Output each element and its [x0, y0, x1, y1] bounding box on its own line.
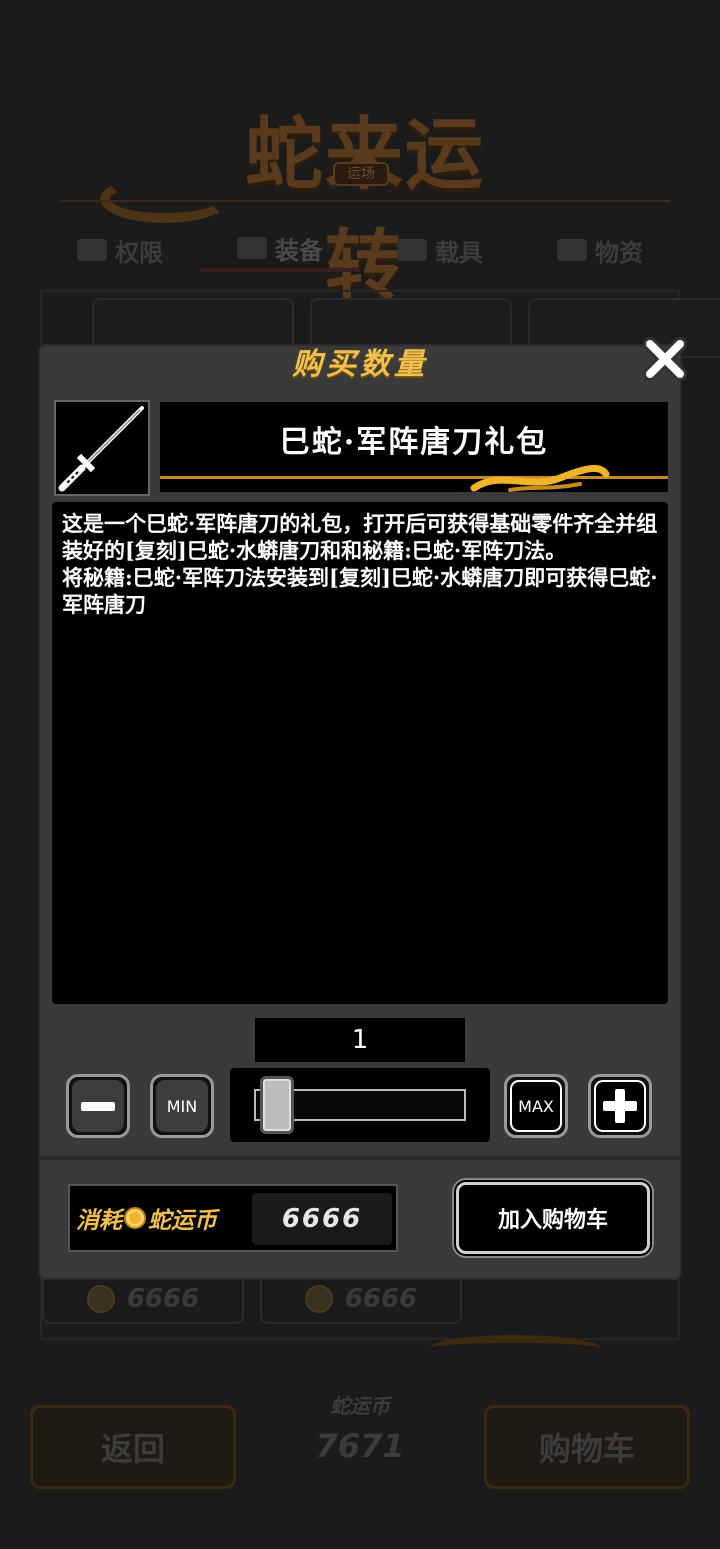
- shop-title: 蛇来运转: [244, 109, 485, 312]
- wallet: 蛇运币 7671: [270, 1390, 450, 1465]
- max-button[interactable]: MAX: [504, 1074, 568, 1138]
- shield-icon: [237, 237, 267, 259]
- title-divider: [60, 200, 670, 202]
- shopping-cart-button[interactable]: 购物车: [484, 1405, 690, 1489]
- decrease-button[interactable]: [66, 1074, 130, 1138]
- item-price: 6666: [42, 1274, 244, 1324]
- increase-button-face: [594, 1080, 646, 1132]
- min-button[interactable]: MIN: [150, 1074, 214, 1138]
- category-tabs: 权限 装备 载具 物资: [40, 228, 680, 272]
- tab-equipment[interactable]: 装备: [200, 228, 360, 272]
- quantity-display: 1: [255, 1018, 465, 1062]
- tab-permissions[interactable]: 权限: [40, 228, 200, 272]
- wave-decoration: [430, 1335, 600, 1361]
- max-button-label: MAX: [510, 1080, 562, 1132]
- sword-icon: [58, 406, 144, 492]
- min-button-label: MIN: [156, 1080, 208, 1132]
- back-button[interactable]: 返回: [30, 1405, 236, 1489]
- increase-button[interactable]: [588, 1074, 652, 1138]
- gold-swirl-decoration: [470, 465, 610, 492]
- cost-label: 消耗 蛇运币: [76, 1201, 217, 1235]
- coin-icon: [86, 1285, 115, 1313]
- close-icon: [643, 337, 687, 381]
- crate-icon: [557, 239, 587, 261]
- price-value: 6666: [344, 1284, 418, 1314]
- wallet-amount: 7671: [315, 1427, 405, 1465]
- tab-supplies[interactable]: 物资: [520, 228, 680, 272]
- cost-currency: 蛇运币: [148, 1208, 217, 1234]
- minus-icon: [81, 1101, 115, 1111]
- dialog-title: 购买数量: [292, 347, 428, 382]
- item-price: 6666: [260, 1274, 462, 1324]
- tab-label: 装备: [275, 236, 323, 265]
- close-button[interactable]: [640, 334, 690, 384]
- cost-panel: 消耗 蛇运币 6666: [68, 1184, 398, 1252]
- wallet-label: 蛇运币: [330, 1394, 390, 1418]
- tab-label: 载具: [435, 238, 483, 267]
- price-value: 6666: [126, 1284, 200, 1314]
- cost-value: 6666: [252, 1193, 392, 1245]
- item-description: 这是一个巳蛇·军阵唐刀的礼包，打开后可获得基础零件齐全并组装好的[复刻]巳蛇·水…: [52, 502, 668, 1004]
- purchase-quantity-dialog: 购买数量 巳蛇·军阵唐刀礼包 这是一个巳蛇·军阵唐刀的礼包，打开后可获得基础零件…: [40, 346, 680, 1278]
- tab-label: 物资: [595, 238, 643, 267]
- tab-vehicles[interactable]: 载具: [360, 228, 520, 272]
- crown-icon: [77, 239, 107, 261]
- cost-prefix: 消耗: [76, 1208, 122, 1234]
- bottom-bar: 返回 蛇运币 7671 购物车: [0, 1390, 720, 1510]
- snake-decoration: [100, 175, 230, 223]
- add-to-cart-button[interactable]: 加入购物车: [456, 1182, 650, 1254]
- coin-icon: [304, 1285, 333, 1313]
- plus-icon: [603, 1089, 637, 1123]
- quantity-slider[interactable]: [230, 1068, 490, 1142]
- slider-thumb[interactable]: [260, 1076, 294, 1134]
- coin-icon: [124, 1207, 146, 1229]
- tab-label: 权限: [115, 238, 163, 267]
- item-icon-frame: [54, 400, 150, 496]
- decrease-button-face: [72, 1080, 124, 1132]
- vehicle-icon: [397, 239, 427, 261]
- shop-subtitle: 运场: [333, 162, 389, 186]
- section-divider: [40, 1156, 680, 1160]
